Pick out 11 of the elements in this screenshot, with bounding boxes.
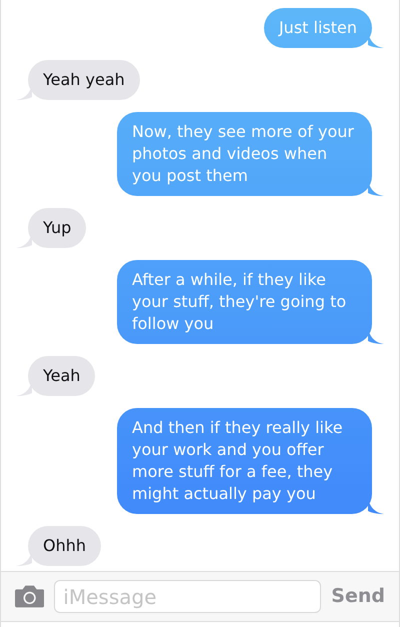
send-button[interactable]: Send [331, 582, 385, 611]
message-bubble: After a while, if they like your stuff, they're going to follow you [117, 260, 372, 344]
message-input-field[interactable]: iMessage [54, 580, 322, 613]
message-bubble: Now, they see more of your photos and videos when you post them [117, 112, 372, 196]
message-bubble: Yup [28, 208, 86, 248]
message-bubble: And then if they really like your work and you offer more stuff for a fee, they might actually pay you [117, 408, 372, 514]
camera-icon[interactable] [15, 585, 44, 608]
message-bubble: Just listen [264, 8, 372, 48]
message-bubble: Yeah yeah [28, 60, 140, 100]
message-bubble: Yeah [28, 356, 96, 396]
message-bubble: Ohhh [28, 526, 102, 566]
